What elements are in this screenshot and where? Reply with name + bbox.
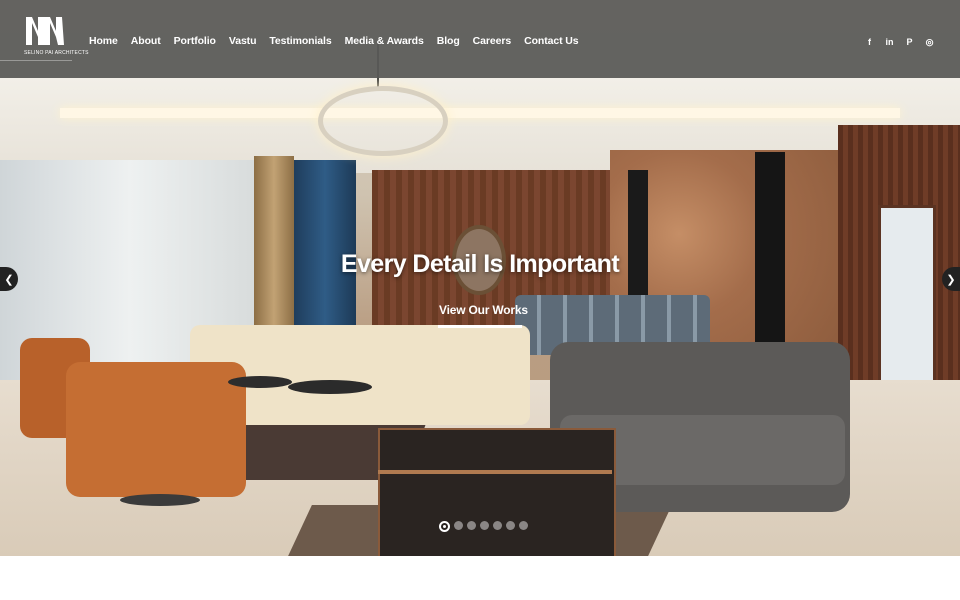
nav-blog[interactable]: Blog [437, 35, 460, 51]
cta-underline [438, 325, 522, 328]
slider-dot[interactable] [454, 521, 463, 530]
door [878, 205, 936, 383]
linkedin-icon[interactable]: in [885, 37, 894, 47]
nav-careers[interactable]: Careers [473, 35, 512, 51]
logo[interactable]: SELINO PAI ARCHITECTS [24, 13, 88, 63]
slider-dot[interactable] [493, 521, 502, 530]
social-links: f in P ◎ [865, 37, 934, 48]
coffee-table [288, 380, 372, 394]
slider-dot[interactable] [480, 521, 489, 530]
side-table [228, 376, 292, 388]
slider-dot[interactable] [506, 521, 515, 530]
slider-dots [439, 521, 528, 532]
nav-vastu[interactable]: Vastu [229, 35, 257, 51]
hero-headline: Every Detail Is Important [340, 250, 620, 278]
nav-contact-us[interactable]: Contact Us [524, 35, 579, 51]
armchair [66, 362, 246, 497]
nav-home[interactable]: Home [89, 35, 118, 51]
instagram-icon[interactable]: ◎ [925, 37, 934, 47]
nav-media-awards[interactable]: Media & Awards [345, 35, 424, 51]
hero-slider: Every Detail Is Important View Our Works… [0, 0, 960, 556]
slider-dot[interactable] [519, 521, 528, 530]
hero-caption: Every Detail Is Important [0, 250, 960, 279]
armchair-base [120, 494, 200, 506]
nav-portfolio[interactable]: Portfolio [174, 35, 216, 51]
slider-dot[interactable] [467, 521, 476, 530]
nav-testimonials[interactable]: Testimonials [269, 35, 331, 51]
nav-about[interactable]: About [131, 35, 161, 51]
chevron-right-icon: ❯ [946, 273, 956, 286]
chevron-left-icon: ❮ [4, 273, 14, 286]
logo-text: SELINO PAI ARCHITECTS [24, 50, 89, 56]
slider-dot[interactable] [439, 521, 450, 532]
divider [0, 60, 72, 61]
chandelier [318, 86, 448, 156]
trunk-band [378, 470, 612, 474]
pinterest-icon[interactable]: P [905, 37, 914, 47]
view-works-link[interactable]: View Our Works [439, 303, 528, 317]
trunk-table [378, 428, 616, 556]
logo-mark [26, 17, 64, 45]
cove-light [60, 108, 900, 118]
site-header: SELINO PAI ARCHITECTS Home About Portfol… [0, 0, 960, 78]
main-nav: Home About Portfolio Vastu Testimonials … [89, 35, 592, 51]
slider-next-button[interactable]: ❯ [942, 267, 960, 291]
facebook-icon[interactable]: f [865, 37, 874, 47]
